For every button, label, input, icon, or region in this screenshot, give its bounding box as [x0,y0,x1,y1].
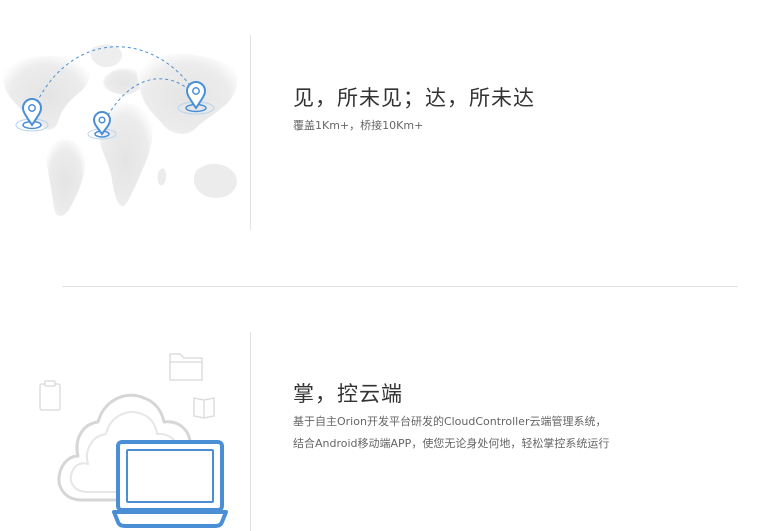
laptop-icon [112,440,228,528]
section-divider [62,286,738,287]
control-description-line-2: 结合Android移动端APP，使您无论身处何地，轻松掌控系统运行 [293,437,610,450]
world-map-icon [3,44,238,217]
clipboard-icon [39,380,61,411]
folder-icon [169,353,203,381]
vertical-divider [250,35,251,230]
cloud-icon [39,353,228,528]
feature-cloud-control: 掌，控云端 基于自主Orion开发平台研发的CloudController云端管… [0,300,772,531]
vertical-divider [250,332,251,531]
book-icon [193,397,215,419]
coverage-title: 见，所未见；达，所未达 [293,86,535,110]
feature-coverage: 见，所未见；达，所未达 覆盖1Km+，桥接10Km+ [0,0,772,260]
control-description-line-1: 基于自主Orion开发平台研发的CloudController云端管理系统， [293,415,607,428]
coverage-description: 覆盖1Km+，桥接10Km+ [293,119,424,132]
control-title: 掌，控云端 [293,382,403,406]
